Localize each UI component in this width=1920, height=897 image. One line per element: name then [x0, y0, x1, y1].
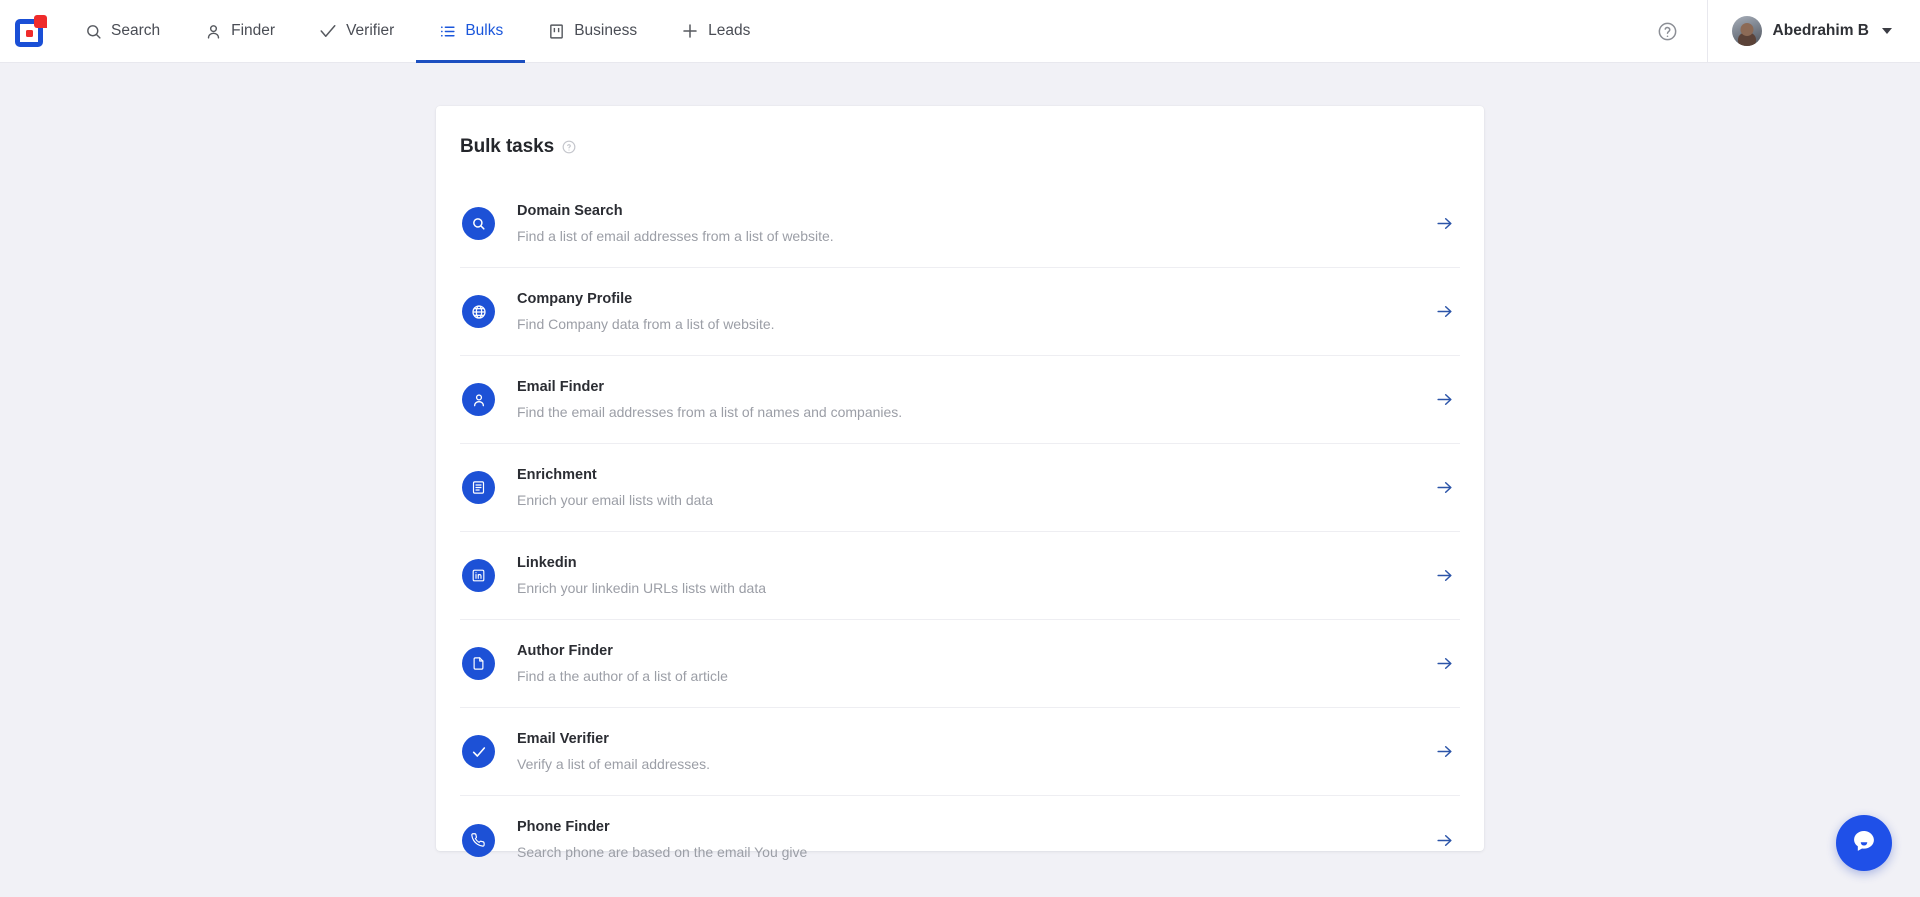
arrow-right-icon[interactable] [1435, 742, 1460, 761]
search-icon [84, 22, 102, 40]
chat-bubble-icon [1850, 827, 1878, 860]
task-text: Enrichment Enrich your email lists with … [517, 466, 713, 510]
search-icon [462, 207, 495, 240]
plus-icon [681, 22, 699, 40]
task-description: Find a the author of a list of article [517, 667, 728, 684]
chat-widget-button[interactable] [1836, 815, 1892, 871]
arrow-right-icon[interactable] [1435, 831, 1460, 850]
nav-item-verifier[interactable]: Verifier [297, 0, 416, 63]
task-row-phone-finder[interactable]: Phone Finder Search phone are based on t… [460, 796, 1460, 884]
globe-icon [462, 295, 495, 328]
nav-item-bulks[interactable]: Bulks [416, 0, 526, 63]
nav-label-verifier: Verifier [346, 22, 395, 39]
task-row-email-finder[interactable]: Email Finder Find the email addresses fr… [460, 356, 1460, 444]
task-text: Company Profile Find Company data from a… [517, 290, 775, 334]
logo-link[interactable] [0, 15, 62, 47]
avatar [1731, 16, 1762, 46]
task-row-domain-search[interactable]: Domain Search Find a list of email addre… [460, 180, 1460, 268]
nav-label-finder: Finder [231, 22, 276, 39]
task-description: Find the email addresses from a list of … [517, 403, 903, 420]
task-text: Email Verifier Verify a list of email ad… [517, 730, 710, 774]
arrow-right-icon[interactable] [1435, 478, 1460, 497]
building-icon [547, 22, 565, 40]
task-text: Phone Finder Search phone are based on t… [517, 818, 807, 862]
nav-item-leads[interactable]: Leads [659, 0, 772, 63]
phone-icon [462, 823, 495, 857]
person-icon [462, 383, 495, 416]
task-row-email-verifier[interactable]: Email Verifier Verify a list of email ad… [460, 708, 1460, 796]
task-name: Enrichment [517, 466, 597, 483]
person-icon [204, 22, 222, 40]
list-icon [438, 22, 456, 40]
task-name: Domain Search [517, 202, 623, 219]
task-name: Email Verifier [517, 730, 609, 747]
nav-label-search: Search [111, 22, 161, 39]
task-row-enrichment[interactable]: Enrichment Enrich your email lists with … [460, 444, 1460, 532]
task-row-linkedin[interactable]: Linkedin Enrich your linkedin URLs lists… [460, 532, 1460, 620]
logo-red-dot [26, 30, 33, 37]
task-name: Author Finder [517, 642, 613, 659]
task-text: Author Finder Find a the author of a lis… [517, 642, 728, 686]
task-row-company-profile[interactable]: Company Profile Find Company data from a… [460, 268, 1460, 356]
nav-label-business: Business [574, 22, 638, 39]
top-bar-right: Abedrahim B [1651, 0, 1920, 63]
task-name: Linkedin [517, 554, 577, 571]
main-nav: Search Finder Verifier Bulks Business Le… [62, 0, 772, 63]
card-header: Bulk tasks [436, 132, 1484, 158]
chevron-down-icon [1882, 28, 1892, 34]
logo-red-corner [34, 15, 47, 28]
task-text: Linkedin Enrich your linkedin URLs lists… [517, 554, 766, 598]
check-icon [319, 22, 337, 40]
app-logo-icon [15, 15, 47, 47]
task-text: Email Finder Find the email addresses fr… [517, 378, 902, 422]
top-navigation-bar: Search Finder Verifier Bulks Business Le… [0, 0, 1920, 63]
task-name: Email Finder [517, 378, 605, 395]
task-description: Enrich your email lists with data [517, 491, 714, 508]
task-text: Domain Search Find a list of email addre… [517, 202, 834, 246]
arrow-right-icon[interactable] [1435, 390, 1460, 409]
arrow-right-icon[interactable] [1435, 654, 1460, 673]
nav-item-finder[interactable]: Finder [182, 0, 297, 63]
arrow-right-icon[interactable] [1435, 214, 1460, 233]
task-description: Find Company data from a list of website… [517, 315, 775, 332]
check-icon [462, 735, 495, 768]
user-name-label: Abedrahim B [1772, 22, 1869, 39]
task-description: Find a list of email addresses from a li… [517, 227, 834, 244]
arrow-right-icon[interactable] [1435, 302, 1460, 321]
page-content: Bulk tasks Domain Search Find a list of … [0, 63, 1920, 897]
task-description: Search phone are based on the email You … [517, 844, 808, 861]
nav-item-search[interactable]: Search [62, 0, 182, 63]
linkedin-icon [462, 559, 495, 592]
task-description: Enrich your linkedin URLs lists with dat… [517, 579, 766, 596]
document-icon [462, 471, 495, 504]
task-name: Phone Finder [517, 819, 610, 836]
nav-label-bulks: Bulks [465, 22, 504, 39]
nav-item-business[interactable]: Business [525, 0, 659, 63]
bulk-tasks-card: Bulk tasks Domain Search Find a list of … [436, 106, 1484, 860]
task-row-author-finder[interactable]: Author Finder Find a the author of a lis… [460, 620, 1460, 708]
info-circle-icon[interactable] [562, 140, 576, 154]
user-menu-button[interactable]: Abedrahim B [1708, 16, 1898, 46]
file-icon [462, 647, 495, 680]
task-description: Verify a list of email addresses. [517, 755, 710, 772]
task-name: Company Profile [517, 290, 633, 307]
bulk-task-list: Domain Search Find a list of email addre… [436, 180, 1484, 884]
arrow-right-icon[interactable] [1435, 566, 1460, 585]
nav-label-leads: Leads [708, 22, 751, 39]
help-circle-icon[interactable] [1651, 14, 1685, 48]
page-title: Bulk tasks [460, 136, 555, 157]
